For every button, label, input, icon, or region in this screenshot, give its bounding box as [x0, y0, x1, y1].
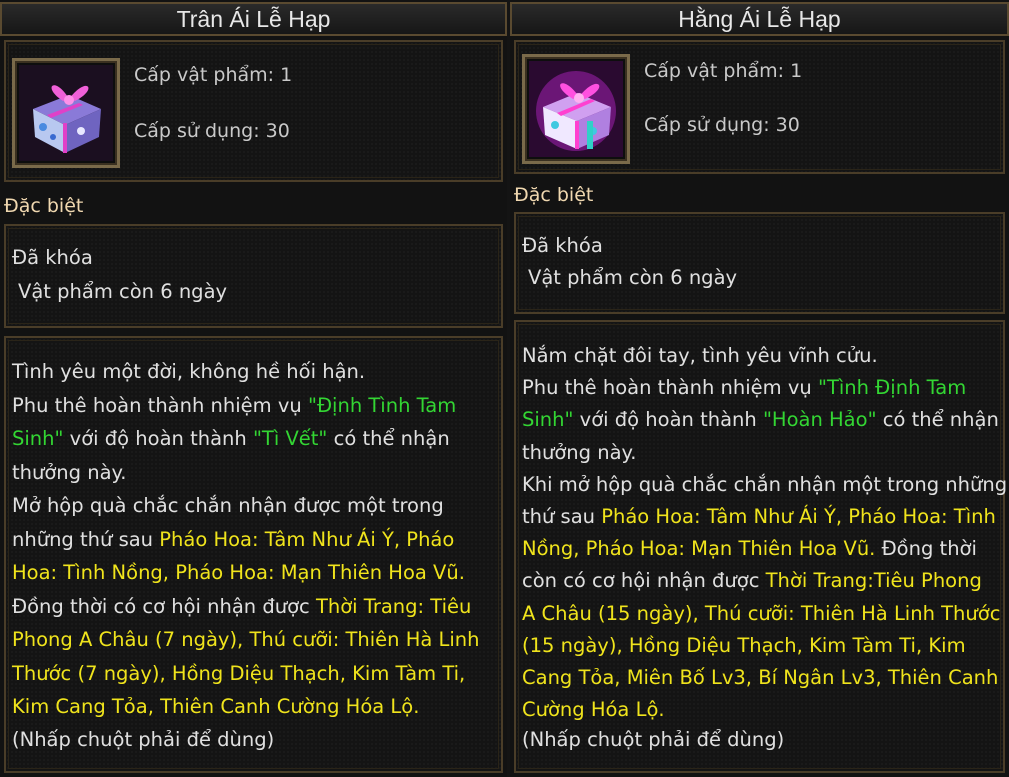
description-segment: Tình yêu một đời, không hề hối hận. — [12, 360, 366, 383]
locked-status: Đã khóa — [12, 246, 93, 269]
description-segment: "Hoàn Hảo" — [762, 408, 877, 432]
description-segment: Phu thê hoàn thành nhiệm vụ — [12, 393, 308, 417]
description-segment: có thể nhận — [327, 427, 450, 450]
description-segment: Pháo Hoa: Tâm Như Ái Ý, Pháo — [159, 527, 455, 551]
description-segment: với độ hoàn thành — [573, 408, 763, 432]
description-line: Mở hộp quà chắc chắn nhận được một trong — [12, 494, 444, 517]
tooltip-panel-right: Hằng Ái Lễ Hạp Cấp vật phẩm: 1 Cấp sử dụ… — [510, 0, 1009, 777]
special-label: Đặc biệt — [514, 184, 594, 206]
description-segment: "Tình Định Tam — [817, 376, 967, 400]
item-header-box: Cấp vật phẩm: 1 Cấp sử dụng: 30 — [4, 40, 503, 182]
description-segment: "Định Tình Tam — [307, 393, 457, 417]
description-segment: Cường Hóa Lộ. — [522, 698, 665, 722]
item-icon-frame — [12, 58, 120, 168]
description-line: Khi mở hộp quà chắc chắn nhận một trong … — [522, 473, 1007, 496]
description-segment: còn có cơ hội nhận được — [522, 569, 766, 593]
item-header-box: Cấp vật phẩm: 1 Cấp sử dụng: 30 — [514, 40, 1005, 174]
description-segment: với độ hoàn thành — [63, 427, 253, 450]
description-segment: Khi mở hộp quà chắc chắn nhận một trong … — [522, 472, 1008, 496]
description-line: Tình yêu một đời, không hề hối hận. — [12, 360, 365, 383]
description-segment: (15 ngày), Hồng Diệu Thạch, Kim Tàm Ti, … — [522, 633, 966, 657]
item-title: Hằng Ái Lễ Hạp — [510, 2, 1009, 36]
description-segment: Thời Trang: Tiêu — [315, 594, 472, 618]
description-segment: "Tì Vết" — [252, 427, 328, 450]
description-line: Cang Tỏa, Miên Bố Lv3, Bí Ngân Lv3, Thiê… — [522, 666, 998, 689]
description-segment: Đồng thời có cơ hội nhận được — [12, 594, 316, 618]
description-segment: Cang Tỏa, Miên Bố Lv3, Bí Ngân Lv3, Thiê… — [522, 666, 999, 689]
description-segment: Kim Cang Tỏa, Thiên Canh Cường Hóa Lộ. — [12, 695, 420, 718]
use-level: Cấp sử dụng: 30 — [134, 120, 290, 142]
description-box: Tình yêu một đời, không hề hối hận. Phu t… — [4, 336, 503, 773]
use-level: Cấp sử dụng: 30 — [644, 114, 800, 136]
locked-status: Đã khóa — [522, 234, 603, 257]
description-line: còn có cơ hội nhận được Thời Trang:Tiêu … — [522, 569, 982, 592]
description-line: Nắm chặt đôi tay, tình yêu vĩnh cửu. — [522, 344, 878, 367]
item-icon-frame — [522, 54, 630, 164]
description-segment: Nắm chặt đôi tay, tình yêu vĩnh cửu. — [522, 344, 878, 367]
description-segment: Pháo Hoa: Tâm Như Ái Ý, Pháo Hoa: Tình — [601, 505, 996, 528]
description-segment: thưởng này. — [522, 440, 637, 464]
status-box: Đã khóa Vật phẩm còn 6 ngày — [4, 224, 503, 328]
description-segment: có thể nhận — [876, 408, 999, 432]
description-line: Đồng thời có cơ hội nhận được Thời Trang… — [12, 595, 471, 618]
description-line: thứ sau Pháo Hoa: Tâm Như Ái Ý, Pháo Hoa… — [522, 505, 996, 528]
description-line: Phong A Châu (7 ngày), Thú cưỡi: Thiên H… — [12, 628, 480, 651]
special-label: Đặc biệt — [4, 195, 84, 217]
description-line: Sinh" với độ hoàn thành "Hoàn Hảo" có th… — [522, 408, 999, 431]
description-segment: thứ sau — [522, 505, 602, 528]
description-segment: Mở hộp quà chắc chắn nhận được một trong — [12, 494, 444, 517]
description-segment: A Châu (15 ngày), Thú cưỡi: Thiên Hà Lin… — [522, 601, 1001, 625]
description-segment: Thước (7 ngày), Hồng Diệu Thạch, Kim Tàm… — [12, 661, 466, 685]
expiry-status: Vật phẩm còn 6 ngày — [528, 266, 738, 289]
item-level: Cấp vật phẩm: 1 — [134, 64, 293, 86]
gift-box-icon — [529, 61, 623, 157]
description-segment: Phong A Châu (7 ngày), Thú cưỡi: Thiên H… — [12, 628, 480, 651]
description-line: (15 ngày), Hồng Diệu Thạch, Kim Tàm Ti, … — [522, 634, 966, 657]
description-line: những thứ sau Pháo Hoa: Tâm Như Ái Ý, Ph… — [12, 528, 454, 551]
description-segment: thưởng này. — [12, 460, 127, 484]
description-line: Thước (7 ngày), Hồng Diệu Thạch, Kim Tàm… — [12, 662, 465, 685]
usage-hint: (Nhấp chuột phải để dùng) — [12, 728, 275, 751]
description-line: Nồng, Pháo Hoa: Mạn Thiên Hoa Vũ. Đồng t… — [522, 537, 977, 560]
description-line: thưởng này. — [522, 441, 637, 464]
description-segment: Thời Trang:Tiêu Phong — [765, 569, 982, 593]
description-segment: Sinh" — [522, 408, 574, 432]
description-box: Nắm chặt đôi tay, tình yêu vĩnh cửu. Phu … — [514, 320, 1007, 773]
status-box: Đã khóa Vật phẩm còn 6 ngày — [514, 212, 1005, 314]
description-line: Hoa: Tình Nồng, Pháo Hoa: Mạn Thiên Hoa … — [12, 561, 465, 584]
tooltip-panel-left: Trân Ái Lễ Hạp Cấp vật phẩm: 1 Cấp sử dụ… — [0, 0, 507, 777]
description-line: Phu thê hoàn thành nhiệm vụ "Định Tình T… — [12, 394, 456, 417]
description-segment: Nồng, Pháo Hoa: Mạn Thiên Hoa Vũ. — [522, 537, 876, 561]
description-segment: Đồng thời — [875, 537, 977, 561]
description-segment: những thứ sau — [12, 527, 160, 551]
description-line: A Châu (15 ngày), Thú cưỡi: Thiên Hà Lin… — [522, 602, 1000, 625]
description-segment: Phu thê hoàn thành nhiệm vụ — [522, 376, 818, 400]
item-level: Cấp vật phẩm: 1 — [644, 60, 803, 82]
description-segment: Hoa: Tình Nồng, Pháo Hoa: Mạn Thiên Hoa … — [12, 561, 465, 584]
description-line: Cường Hóa Lộ. — [522, 698, 665, 721]
description-line: Sinh" với độ hoàn thành "Tì Vết" có thể … — [12, 427, 450, 450]
description-segment: Sinh" — [12, 427, 64, 450]
expiry-status: Vật phẩm còn 6 ngày — [18, 280, 228, 303]
description-line: Kim Cang Tỏa, Thiên Canh Cường Hóa Lộ. — [12, 695, 419, 718]
item-title: Trân Ái Lễ Hạp — [0, 2, 507, 36]
description-line: Phu thê hoàn thành nhiệm vụ "Tình Định T… — [522, 376, 966, 399]
description-line: thưởng này. — [12, 461, 127, 484]
usage-hint: (Nhấp chuột phải để dùng) — [522, 728, 785, 751]
gift-box-icon — [19, 65, 113, 161]
